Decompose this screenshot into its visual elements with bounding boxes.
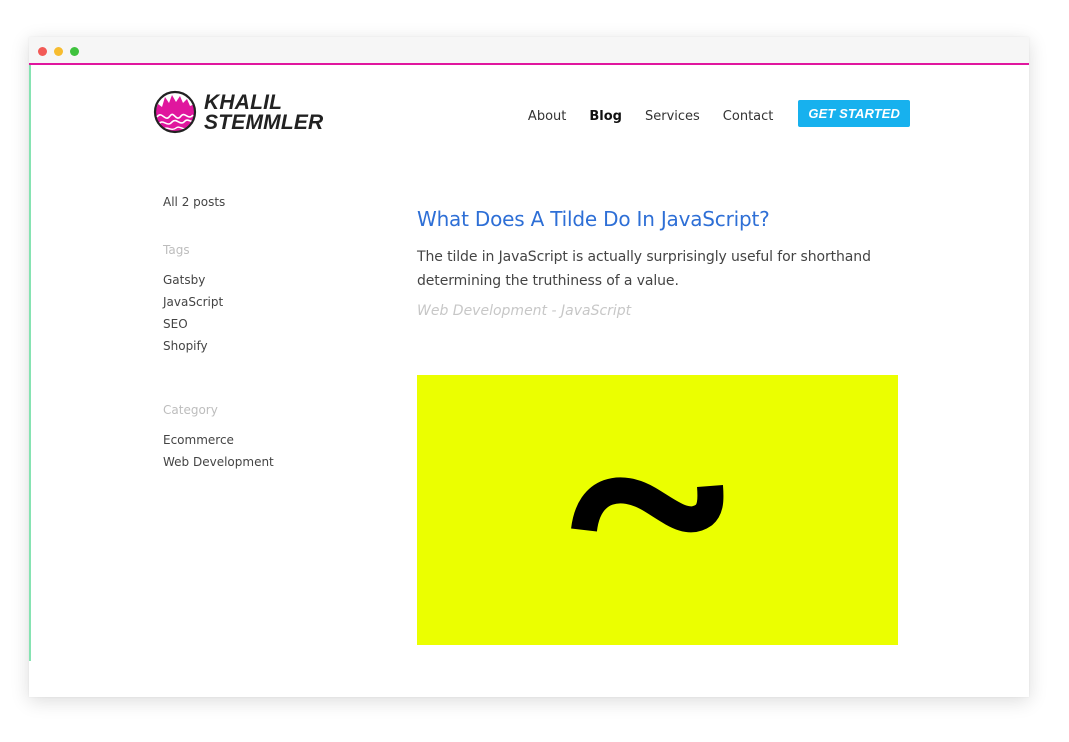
category-heading: Category bbox=[163, 403, 218, 417]
close-window-icon[interactable] bbox=[38, 47, 47, 56]
logo-line-2: STEMMLER bbox=[204, 111, 324, 134]
category-link-ecommerce[interactable]: Ecommerce bbox=[163, 429, 383, 451]
left-accent-bar bbox=[29, 65, 31, 661]
logo-mark-icon bbox=[153, 90, 197, 134]
nav-about-link[interactable]: About bbox=[528, 109, 566, 124]
nav-services-link[interactable]: Services bbox=[645, 109, 700, 124]
maximize-window-icon[interactable] bbox=[70, 47, 79, 56]
nav-contact-link[interactable]: Contact bbox=[723, 109, 774, 124]
post-meta: Web Development - JavaScript bbox=[417, 303, 632, 319]
tag-link-seo[interactable]: SEO bbox=[163, 313, 383, 335]
window-titlebar bbox=[29, 37, 1029, 65]
post-title-link[interactable]: What Does A Tilde Do In JavaScript? bbox=[417, 207, 897, 231]
browser-window: KHALIL STEMMLER About Blog Services Cont… bbox=[29, 37, 1029, 697]
get-started-button[interactable]: GET STARTED bbox=[798, 100, 910, 127]
post-excerpt: The tilde in JavaScript is actually surp… bbox=[417, 249, 871, 289]
post-cover-image[interactable] bbox=[417, 375, 898, 645]
logo-text: KHALIL STEMMLER bbox=[204, 91, 324, 134]
blog-sidebar: All 2 posts Tags Gatsby JavaScript SEO S… bbox=[163, 191, 383, 473]
site-logo[interactable]: KHALIL STEMMLER bbox=[153, 90, 323, 138]
logo-line-1: KHALIL bbox=[204, 91, 283, 114]
nav-blog-link[interactable]: Blog bbox=[589, 109, 622, 124]
tags-heading: Tags bbox=[163, 243, 190, 257]
main-nav: About Blog Services Contact GET STARTED bbox=[505, 100, 910, 130]
all-posts-link[interactable]: All 2 posts bbox=[163, 191, 383, 213]
tag-link-gatsby[interactable]: Gatsby bbox=[163, 269, 383, 291]
blog-post-card: What Does A Tilde Do In JavaScript? The … bbox=[417, 207, 897, 319]
category-link-web-development[interactable]: Web Development bbox=[163, 451, 383, 473]
tag-link-shopify[interactable]: Shopify bbox=[163, 335, 383, 357]
tilde-icon bbox=[571, 477, 724, 533]
minimize-window-icon[interactable] bbox=[54, 47, 63, 56]
tag-link-javascript[interactable]: JavaScript bbox=[163, 291, 383, 313]
